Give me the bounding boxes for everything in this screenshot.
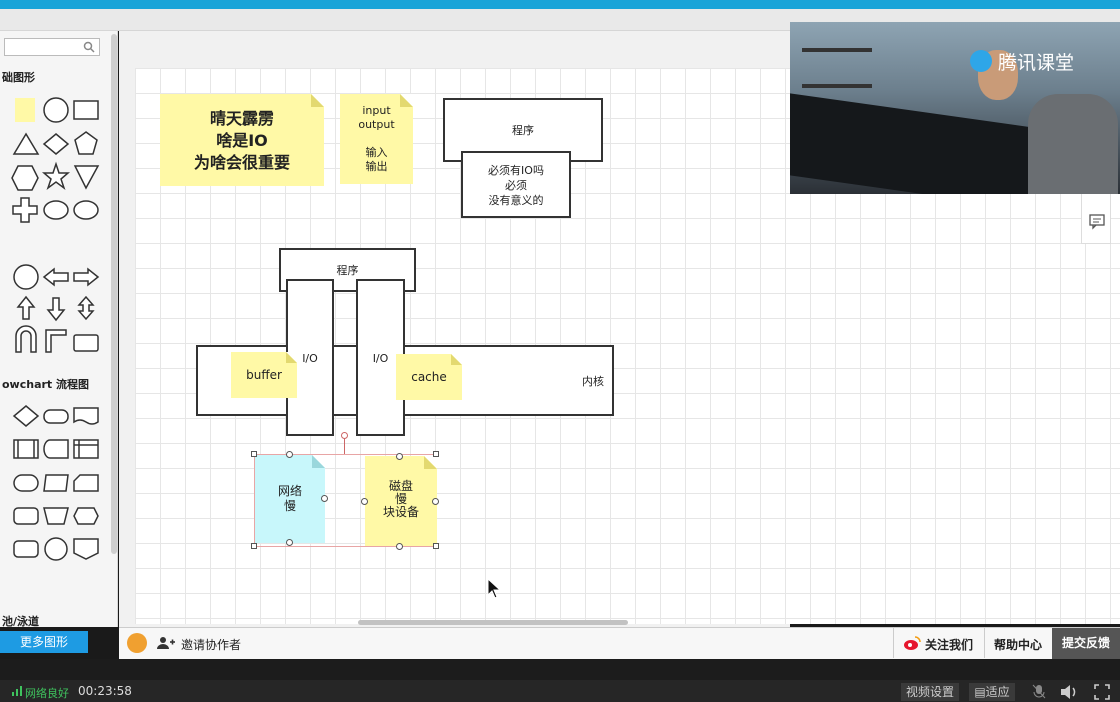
connection-point[interactable] xyxy=(432,498,439,505)
resize-handle[interactable] xyxy=(251,543,257,549)
buffer-label: buffer xyxy=(246,368,282,382)
note-io-line: output xyxy=(358,118,395,131)
avatar[interactable] xyxy=(127,633,147,653)
person-body xyxy=(1028,94,1118,194)
fullscreen-icon[interactable] xyxy=(1094,684,1110,700)
connection-point[interactable] xyxy=(361,498,368,505)
flowchart-shape-palette[interactable] xyxy=(0,400,110,565)
note-io-line xyxy=(340,132,413,146)
basic-shape-palette[interactable] xyxy=(0,92,110,362)
search-icon[interactable] xyxy=(83,41,95,53)
rotate-handle-line xyxy=(344,438,345,454)
note-disk[interactable]: 磁盘 慢 块设备 xyxy=(365,456,437,546)
divider xyxy=(893,628,894,658)
note-io-line: 输入 xyxy=(365,146,388,159)
connection-point[interactable] xyxy=(321,495,328,502)
more-shapes-button[interactable]: 更多图形 xyxy=(0,631,88,653)
must-io-line: 必须 xyxy=(505,179,527,192)
network-status: 网络良好 xyxy=(25,687,69,700)
note-title-line: 为啥会很重要 xyxy=(193,153,290,172)
fit-button[interactable]: ▤适应 xyxy=(969,683,1015,701)
shelf xyxy=(802,84,872,88)
comment-icon[interactable] xyxy=(1088,212,1106,230)
rotate-handle[interactable] xyxy=(341,432,348,439)
note-fold-shadow xyxy=(424,456,437,469)
section-swimlane[interactable]: 池/泳道 xyxy=(2,613,39,629)
player-gap xyxy=(0,659,1120,680)
note-buffer[interactable]: buffer xyxy=(231,352,297,398)
connection-point[interactable] xyxy=(396,453,403,460)
resize-handle[interactable] xyxy=(251,451,257,457)
connection-point[interactable] xyxy=(286,451,293,458)
note-fold-shadow xyxy=(400,94,413,107)
weibo-icon[interactable] xyxy=(903,635,921,651)
must-io-box[interactable]: 必须有IO吗 必须 没有意义的 xyxy=(461,151,571,218)
invite-collaborator-button[interactable]: 邀请协作者 xyxy=(181,636,241,653)
connection-point[interactable] xyxy=(286,539,293,546)
sidebar-scrollbar[interactable] xyxy=(111,34,117,554)
fit-label: 适应 xyxy=(985,685,1010,699)
cache-label: cache xyxy=(411,370,447,384)
must-io-line: 必须有IO吗 xyxy=(488,164,544,177)
window-top-bar xyxy=(0,0,1120,9)
note-fold-shadow xyxy=(451,354,462,365)
network-line: 网络 xyxy=(277,484,302,498)
signal-icon xyxy=(12,686,22,696)
note-title-line: 晴天霹雳 xyxy=(209,109,274,128)
video-brand: 腾讯课堂 xyxy=(998,52,1075,74)
network-line: 慢 xyxy=(283,499,296,513)
connection-point[interactable] xyxy=(396,543,403,550)
fit-icon: ▤ xyxy=(974,685,986,699)
volume-icon[interactable] xyxy=(1060,684,1080,700)
note-title-line: 啥是IO xyxy=(216,131,268,150)
teacher-video[interactable]: 腾讯课堂 xyxy=(790,22,1120,194)
note-io-line: 输出 xyxy=(365,160,388,173)
note-fold-shadow xyxy=(286,352,297,363)
note-fold-shadow xyxy=(311,94,324,107)
divider xyxy=(984,628,985,658)
note-network[interactable]: 网络 慢 xyxy=(255,455,325,543)
resize-handle[interactable] xyxy=(433,543,439,549)
note-io[interactable]: input output 输入 输出 xyxy=(340,94,413,184)
shelf xyxy=(802,48,872,52)
follow-us-button[interactable]: 关注我们 xyxy=(925,636,973,653)
must-io-line: 没有意义的 xyxy=(488,194,544,207)
submit-feedback-button[interactable]: 提交反馈 xyxy=(1052,628,1120,659)
note-fold-shadow xyxy=(312,455,325,468)
mic-muted-icon[interactable] xyxy=(1032,684,1046,700)
note-title[interactable]: 晴天霹雳 啥是IO 为啥会很重要 xyxy=(160,94,324,186)
note-cache[interactable]: cache xyxy=(396,354,462,400)
video-settings-button[interactable]: 视频设置 xyxy=(901,683,959,701)
section-flowchart[interactable]: owchart 流程图 xyxy=(2,376,89,392)
tencent-classroom-logo-icon xyxy=(970,50,992,72)
resize-handle[interactable] xyxy=(433,451,439,457)
elapsed-time: 00:23:58 xyxy=(78,684,132,698)
add-user-icon[interactable] xyxy=(157,635,175,651)
help-center-button[interactable]: 帮助中心 xyxy=(994,636,1042,653)
canvas-scrollbar[interactable] xyxy=(358,620,628,625)
mouse-cursor-icon xyxy=(487,578,502,599)
section-basic-shapes[interactable]: 础图形 xyxy=(2,69,35,85)
disk-line: 块设备 xyxy=(382,505,419,519)
